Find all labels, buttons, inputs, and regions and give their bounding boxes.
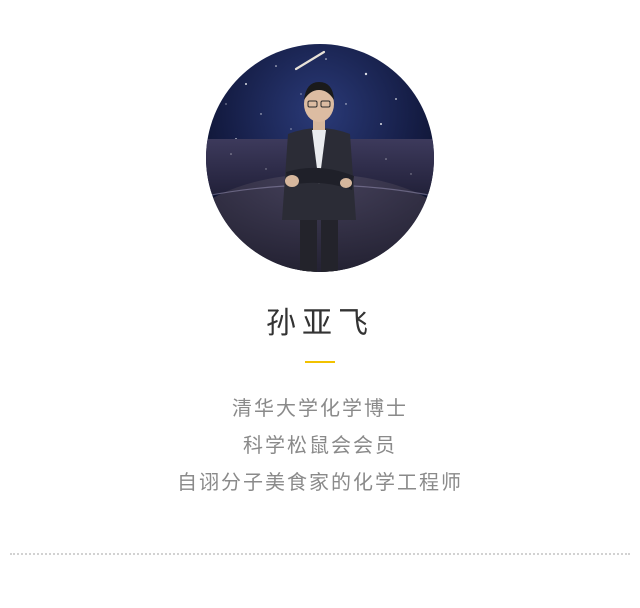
profile-name: 孙亚飞 [266, 306, 374, 341]
bio-line-membership: 科学松鼠会会员 [243, 433, 397, 457]
bio-line-title: 自诩分子美食家的化学工程师 [177, 470, 463, 494]
dotted-separator [10, 553, 630, 555]
accent-divider [305, 361, 335, 363]
bio-line-education: 清华大学化学博士 [232, 396, 408, 420]
profile-photo [206, 44, 434, 272]
avatar [206, 44, 434, 272]
